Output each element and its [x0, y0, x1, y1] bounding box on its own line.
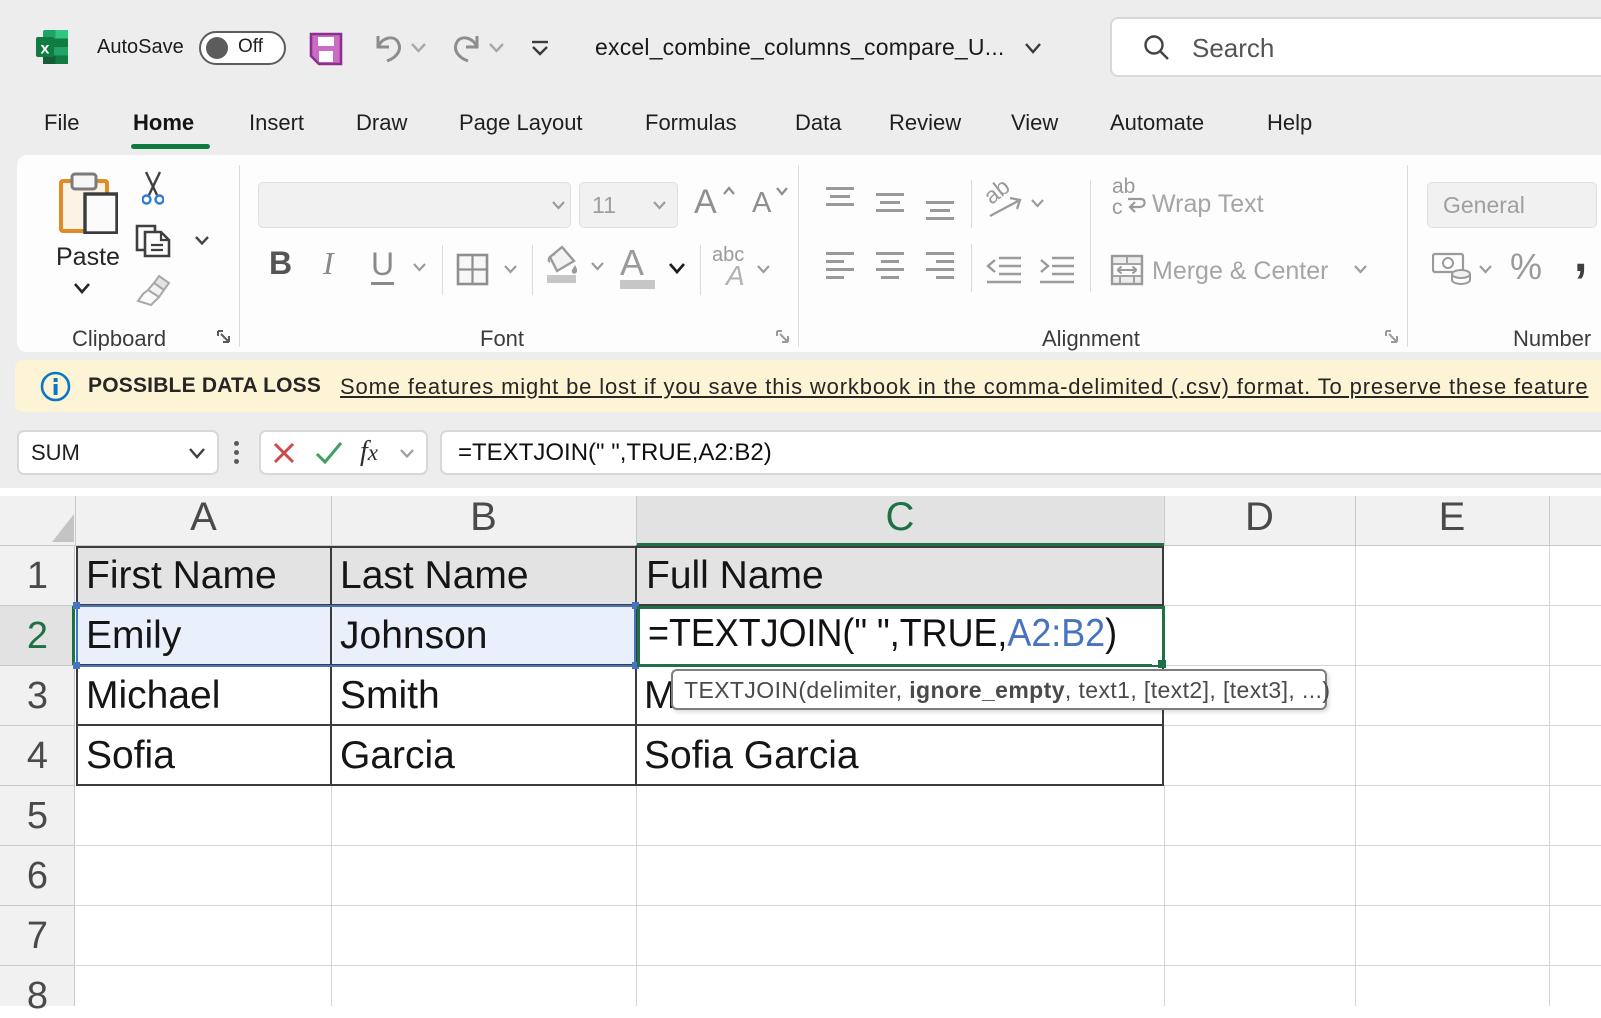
svg-text:x: x	[41, 41, 50, 58]
